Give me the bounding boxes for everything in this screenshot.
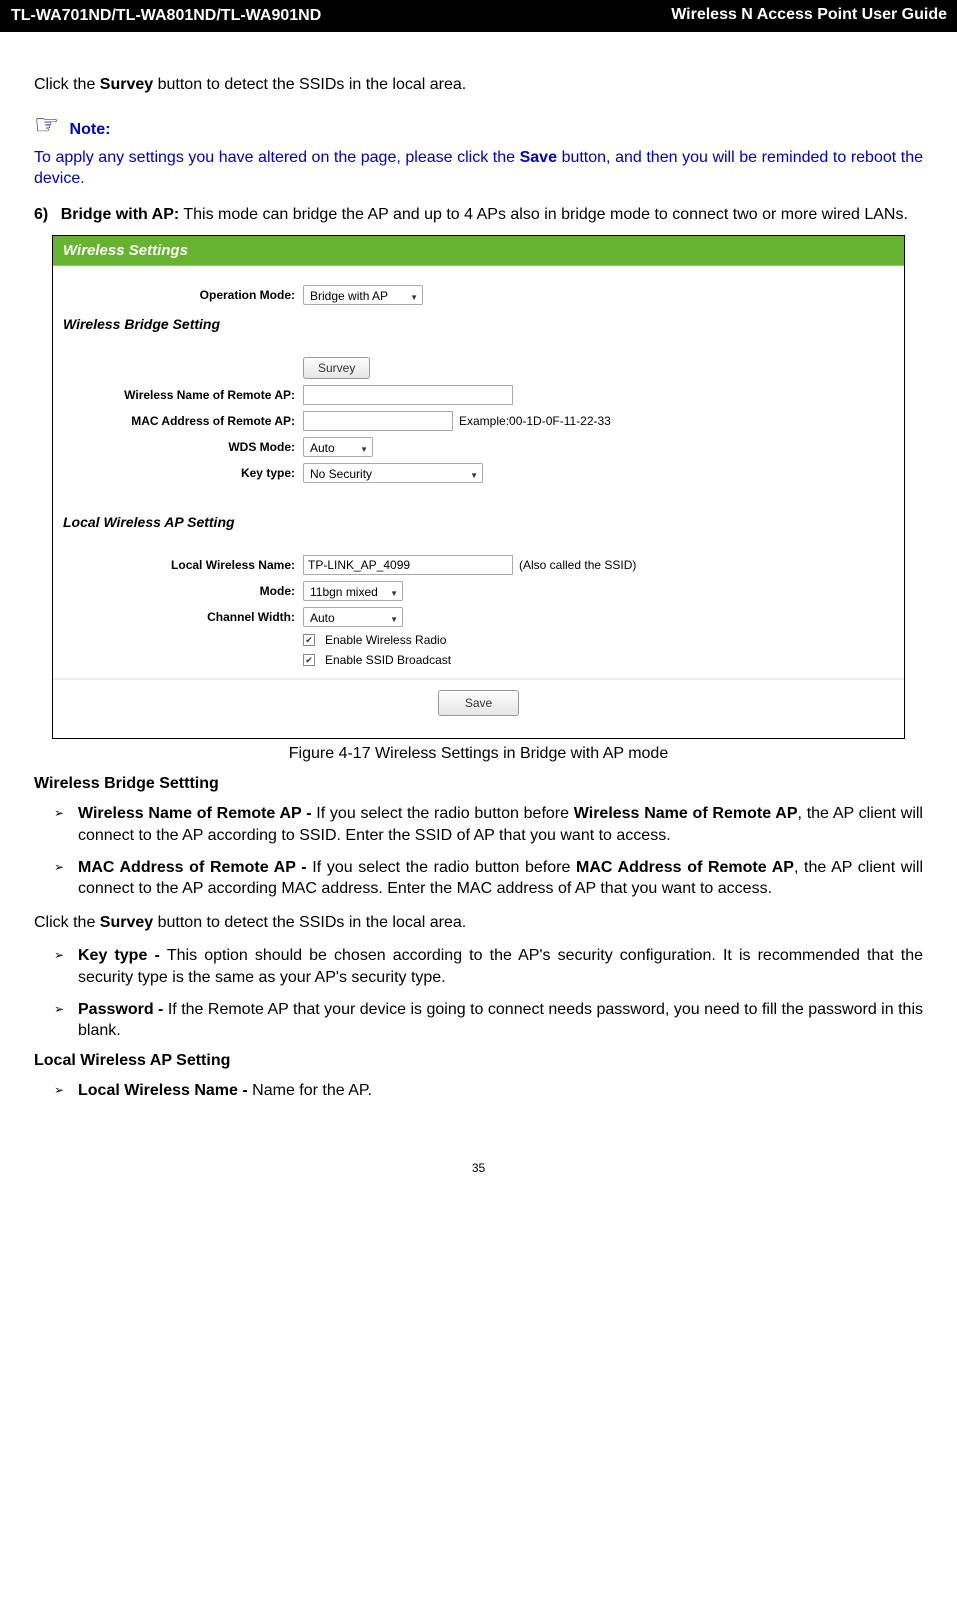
row-cb2: ✔ Enable SSID Broadcast <box>53 650 904 670</box>
figure-body: Operation Mode: Bridge with AP Wireless … <box>53 266 904 738</box>
list-item: Wireless Name of Remote AP - If you sele… <box>54 803 923 846</box>
note-label: Note: <box>65 121 110 138</box>
row-chw: Channel Width: Auto <box>53 604 904 630</box>
item-6: 6) Bridge with AP: This mode can bridge … <box>34 204 923 226</box>
survey-button[interactable]: Survey <box>303 357 370 379</box>
item6-desc: This mode can bridge the AP and up to 4 … <box>179 206 908 223</box>
row-wds: WDS Mode: Auto <box>53 434 904 460</box>
remote-mac-label: MAC Address of Remote AP: <box>63 414 303 428</box>
header-guide: Wireless N Access Point User Guide <box>332 0 957 32</box>
row-cb1: ✔ Enable Wireless Radio <box>53 630 904 650</box>
b1-title: Wireless Name of Remote AP - <box>78 805 316 822</box>
chw-label: Channel Width: <box>63 610 303 624</box>
remote-name-input[interactable] <box>303 385 513 405</box>
cb1-label: Enable Wireless Radio <box>325 633 446 647</box>
bridge-bullet-list: Wireless Name of Remote AP - If you sele… <box>34 803 923 899</box>
bridge-settting-heading: Wireless Bridge Settting <box>34 775 923 793</box>
local-name-input[interactable]: TP-LINK_AP_4099 <box>303 555 513 575</box>
local-ap-heading: Local Wireless AP Setting <box>34 1052 923 1070</box>
note-block: ☞ Note: To apply any settings you have a… <box>34 108 923 190</box>
survey-line-2: Click the Survey button to detect the SS… <box>34 912 923 934</box>
mac-example: Example:00-1D-0F-11-22-33 <box>459 414 611 428</box>
local-bullet-list: Local Wireless Name - Name for the AP. <box>34 1080 923 1102</box>
survey2-suffix: button to detect the SSIDs in the local … <box>153 914 466 931</box>
header-models: TL-WA701ND/TL-WA801ND/TL-WA901ND <box>0 0 332 32</box>
local-name-label: Local Wireless Name: <box>63 558 303 572</box>
cb-enable-ssid[interactable]: ✔ <box>303 654 315 666</box>
b2-bold: MAC Address of Remote AP <box>576 859 794 876</box>
l1-title: Local Wireless Name - <box>78 1082 252 1099</box>
operation-mode-label: Operation Mode: <box>63 288 303 302</box>
b1-bold: Wireless Name of Remote AP <box>574 805 798 822</box>
remote-name-label: Wireless Name of Remote AP: <box>63 388 303 402</box>
row-save: Save <box>53 678 904 728</box>
note-save-bold: Save <box>520 149 557 166</box>
keytype-select[interactable]: No Security <box>303 463 483 483</box>
mode-select[interactable]: 11bgn mixed <box>303 581 403 601</box>
intro-prefix: Click the <box>34 76 100 93</box>
cb-enable-wireless[interactable]: ✔ <box>303 634 315 646</box>
row-survey: Survey <box>53 354 904 382</box>
item6-title: Bridge with AP: <box>61 206 180 223</box>
operation-mode-select[interactable]: Bridge with AP <box>303 285 423 305</box>
l1-text: Name for the AP. <box>252 1082 372 1099</box>
row-remote-mac: MAC Address of Remote AP: Example:00-1D-… <box>53 408 904 434</box>
b3-text: This option should be chosen according t… <box>78 947 923 986</box>
page-number: 35 <box>34 1161 923 1175</box>
wds-select[interactable]: Auto <box>303 437 373 457</box>
figure-wireless-settings: Wireless Settings Operation Mode: Bridge… <box>52 235 905 739</box>
ssid-hint: (Also called the SSID) <box>519 558 636 572</box>
list-item: Local Wireless Name - Name for the AP. <box>54 1080 923 1102</box>
note-prefix: To apply any settings you have altered o… <box>34 149 520 166</box>
b2-title: MAC Address of Remote AP - <box>78 859 312 876</box>
intro-survey-bold: Survey <box>100 76 153 93</box>
note-text: To apply any settings you have altered o… <box>34 147 923 190</box>
b3-title: Key type - <box>78 947 167 964</box>
intro-survey-line: Click the Survey button to detect the SS… <box>34 74 923 96</box>
cb2-label: Enable SSID Broadcast <box>325 653 451 667</box>
intro-suffix: button to detect the SSIDs in the local … <box>153 76 466 93</box>
chw-select[interactable]: Auto <box>303 607 403 627</box>
survey2-bold: Survey <box>100 914 153 931</box>
list-item: Password - If the Remote AP that your de… <box>54 999 923 1042</box>
remote-mac-input[interactable] <box>303 411 453 431</box>
figure-caption: Figure 4-17 Wireless Settings in Bridge … <box>34 745 923 763</box>
survey2-prefix: Click the <box>34 914 100 931</box>
list-item: MAC Address of Remote AP - If you select… <box>54 857 923 900</box>
row-keytype: Key type: No Security <box>53 460 904 486</box>
local-section-heading: Local Wireless AP Setting <box>53 506 904 534</box>
row-operation-mode: Operation Mode: Bridge with AP <box>53 282 904 308</box>
save-button[interactable]: Save <box>438 690 519 716</box>
b1-a: If you select the radio button before <box>316 805 574 822</box>
b2-a: If you select the radio button before <box>312 859 576 876</box>
page-body: Click the Survey button to detect the SS… <box>0 32 957 1195</box>
page-header: TL-WA701ND/TL-WA801ND/TL-WA901ND Wireles… <box>0 0 957 32</box>
item6-num: 6) <box>34 206 48 223</box>
list-item: Key type - This option should be chosen … <box>54 945 923 988</box>
wds-label: WDS Mode: <box>63 440 303 454</box>
keytype-label: Key type: <box>63 466 303 480</box>
bridge-bullet-list-2: Key type - This option should be chosen … <box>34 945 923 1041</box>
figure-panel-title: Wireless Settings <box>53 236 904 266</box>
b4-title: Password - <box>78 1001 168 1018</box>
row-remote-name: Wireless Name of Remote AP: <box>53 382 904 408</box>
mode-label: Mode: <box>63 584 303 598</box>
row-local-name: Local Wireless Name: TP-LINK_AP_4099 (Al… <box>53 552 904 578</box>
note-icon: ☞ <box>34 108 59 141</box>
b4-text: If the Remote AP that your device is goi… <box>78 1001 923 1040</box>
row-mode: Mode: 11bgn mixed <box>53 578 904 604</box>
bridge-section-heading: Wireless Bridge Setting <box>53 308 904 336</box>
